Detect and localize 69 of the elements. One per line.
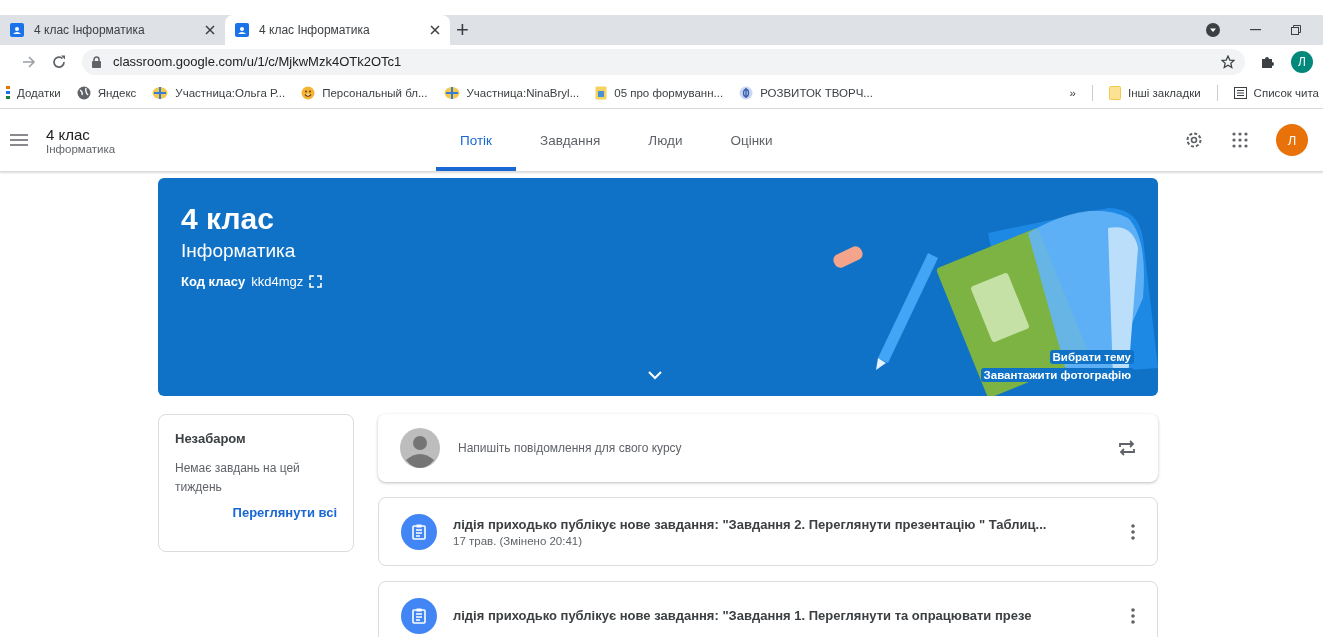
class-code: kkd4mgz [251,274,304,289]
star-icon[interactable] [1221,54,1235,69]
post-date: 17 трав. (Змінено 20:41) [453,534,584,547]
profile-avatar[interactable]: Л [1291,50,1313,73]
bookmark-link[interactable]: Персональный бл... [322,87,428,99]
restore-icon[interactable] [1291,25,1301,35]
post-title: лідія приходько публікує нове завдання: "Завдання 2. Переглянути презентацію " Таблиц... [453,516,1048,532]
fullscreen-icon[interactable] [309,275,323,288]
avatar-silhouette-icon [400,428,440,468]
settings-icon[interactable] [1184,130,1204,150]
view-all-link[interactable]: Переглянути всі [232,505,337,520]
lock-icon [92,55,101,68]
banner-link[interactable]: Завантажити фотографію [980,368,1134,382]
upcoming-message: Немає завдань на цей тиждень [175,460,301,496]
course-subject: Інформатика [46,142,117,155]
upcoming-title: Незабаром [175,431,247,446]
tab-title: 4 клас Інформатика [34,23,146,37]
minimize-icon[interactable] [1250,29,1261,31]
classroom-icon [235,23,249,37]
browser-tab[interactable]: 4 клас Інформатика [225,15,450,45]
classroom-icon [10,23,24,37]
reload-icon[interactable] [52,54,66,69]
more-bookmarks-button[interactable]: » [1069,87,1076,99]
more-options-icon[interactable] [1131,523,1135,540]
assignment-icon [401,597,437,634]
post-card[interactable]: лідія приходько публікує нове завдання: "Завдання 1. Переглянути та опрацювати презе [378,581,1158,637]
apps-grid-icon[interactable] [1232,132,1248,148]
banner-subtitle: Інформатика [181,240,297,262]
post-card[interactable]: лідія приходько публікує нове завдання: "Завдання 2. Переглянути презентацію " Таблиц... 17 трав. (Змінено 20:41) [378,497,1158,566]
banner-title: 4 клас [181,202,275,236]
puzzle-globe-icon [443,86,460,100]
reading-list-link[interactable]: Список чита [1253,87,1319,99]
globe-icon [76,86,91,100]
puzzle-icon[interactable] [1261,54,1275,69]
folder-icon [1108,86,1121,100]
nav-tab[interactable]: Завдання [516,109,625,171]
bookmark-folder[interactable]: Інші закладки [1127,87,1201,99]
bookmark-link[interactable]: Додатки [17,87,61,99]
more-options-icon[interactable] [1131,607,1135,624]
new-tab-button[interactable]: + [456,17,469,43]
bookmark-link[interactable]: 05 про формуванн... [614,87,724,99]
repost-icon[interactable] [1118,439,1136,457]
class-code-label: Код класу [181,274,246,289]
tab-search-icon[interactable] [1206,23,1220,37]
nav-tab[interactable]: Потік [436,109,516,171]
bookmark-link[interactable]: РОЗВИТОК ТВОРЧ... [760,87,873,99]
circle-logo-icon [739,86,754,100]
list-icon [1233,87,1247,99]
tab-title: 4 клас Інформатика [259,23,371,37]
announcement-field[interactable]: Напишіть повідомлення для свого курсу [456,440,1102,456]
nav-tab[interactable]: Люди [624,109,707,171]
post-title: лідія приходько публікує нове завдання: "Завдання 1. Переглянути та опрацювати презе [453,608,1033,623]
puzzle-globe-icon [152,86,169,100]
banner-link[interactable]: Вибрати тему [1049,350,1134,364]
nav-tab[interactable]: Оцінки [706,109,797,171]
close-icon[interactable] [205,25,215,35]
course-name[interactable]: 4 клас [46,125,436,143]
bookmark-link[interactable]: Участница:Ольга Р... [175,87,286,99]
assignment-icon [401,513,437,550]
browser-tab[interactable]: 4 клас Інформатика [0,15,225,45]
apps-icon [6,86,10,100]
bookmark-link[interactable]: Яндекс [97,87,137,99]
close-icon[interactable] [430,25,440,35]
smiley-icon [301,86,316,100]
menu-icon[interactable] [10,134,28,146]
bookmark-link[interactable]: Участница:NinaBryl... [466,87,580,99]
forward-arrow-icon[interactable] [22,55,36,68]
document-icon [595,86,608,100]
chevron-down-icon[interactable] [648,371,662,380]
